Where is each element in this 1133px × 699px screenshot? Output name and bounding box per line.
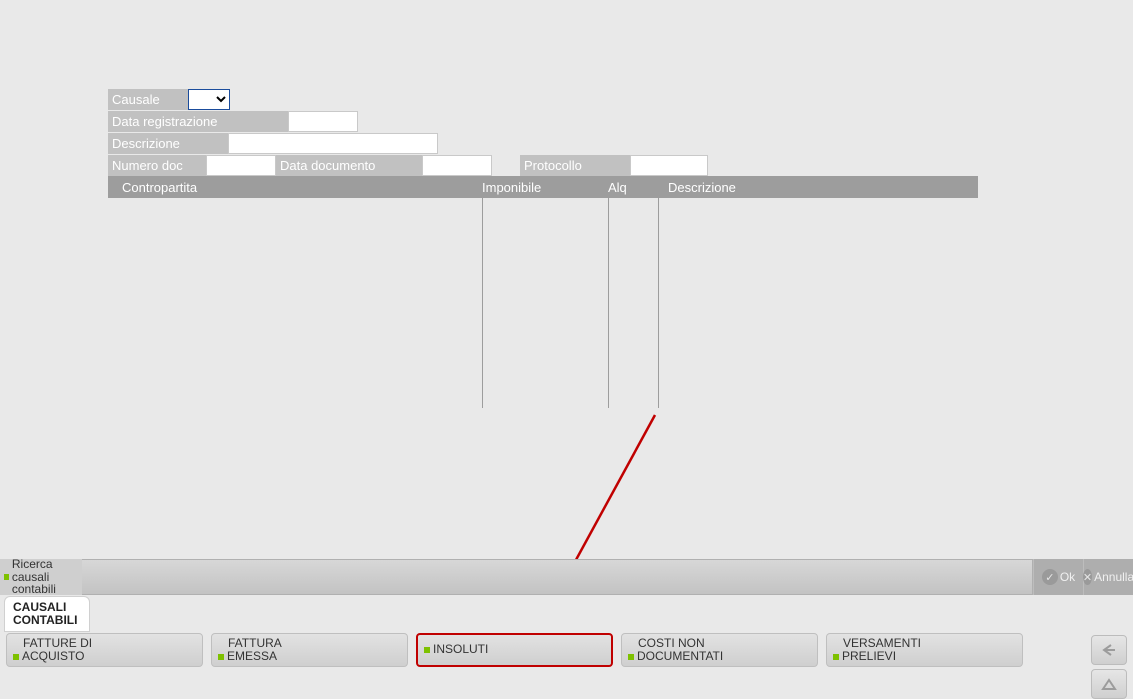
search-label-line1: Ricerca causali — [12, 557, 53, 584]
home-icon — [1101, 677, 1117, 691]
label-data-registrazione: Data registrazione — [108, 111, 288, 132]
annulla-button[interactable]: ✕ Annulla — [1083, 559, 1133, 595]
label-descrizione: Descrizione — [108, 133, 228, 154]
home-button[interactable] — [1091, 669, 1127, 699]
label-causale: Causale — [108, 89, 188, 110]
status-dot-icon — [628, 654, 634, 660]
search-row: Ricerca causali contabili ✓ Ok ✕ Annulla — [0, 559, 1133, 595]
numero-doc-input[interactable] — [206, 155, 276, 176]
bottom-panel: Ricerca causali contabili ✓ Ok ✕ Annulla… — [0, 559, 1133, 675]
grid-header: Contropartita Imponibile Alq Descrizione — [108, 176, 978, 198]
buttons-row: FATTURE DI ACQUISTO FATTURA EMESSA INSOL… — [0, 633, 1133, 675]
tab-causali-contabili[interactable]: CAUSALI CONTABILI — [4, 596, 90, 631]
btn-line2: ACQUISTO — [22, 650, 84, 663]
label-protocollo: Protocollo — [520, 155, 630, 176]
status-dot-icon — [833, 654, 839, 660]
right-small-buttons — [1091, 635, 1127, 699]
col-descrizione: Descrizione — [658, 180, 978, 195]
form-area: Causale Data registrazione Descrizione N… — [108, 88, 978, 408]
col-alq: Alq — [608, 180, 658, 195]
check-icon: ✓ — [1042, 569, 1058, 585]
btn-line2: DOCUMENTATI — [637, 650, 723, 663]
col-contropartita: Contropartita — [108, 180, 482, 195]
data-registrazione-input[interactable] — [288, 111, 358, 132]
btn-line2: INSOLUTI — [433, 643, 488, 656]
btn-fattura-emessa[interactable]: FATTURA EMESSA — [211, 633, 408, 667]
label-data-documento: Data documento — [276, 155, 422, 176]
btn-versamenti-prelievi[interactable]: VERSAMENTI PRELIEVI — [826, 633, 1023, 667]
back-arrow-icon — [1101, 643, 1117, 657]
descrizione-input[interactable] — [228, 133, 438, 154]
data-documento-input[interactable] — [422, 155, 492, 176]
btn-line2: EMESSA — [227, 650, 277, 663]
status-dot-icon — [13, 654, 19, 660]
col-imponibile: Imponibile — [482, 180, 608, 195]
protocollo-input[interactable] — [630, 155, 708, 176]
search-label: Ricerca causali contabili — [0, 559, 82, 595]
btn-insoluti[interactable]: INSOLUTI — [416, 633, 613, 667]
ok-button[interactable]: ✓ Ok — [1033, 559, 1083, 595]
cancel-icon: ✕ — [1083, 569, 1092, 585]
search-input[interactable] — [82, 559, 1033, 595]
btn-costi-non-documentati[interactable]: COSTI NON DOCUMENTATI — [621, 633, 818, 667]
causale-select[interactable] — [188, 89, 230, 110]
grid-body — [108, 198, 978, 408]
status-dot-icon — [218, 654, 224, 660]
back-button[interactable] — [1091, 635, 1127, 665]
tab-line2: CONTABILI — [13, 613, 77, 627]
status-dot-icon — [4, 574, 9, 580]
btn-fatture-acquisto[interactable]: FATTURE DI ACQUISTO — [6, 633, 203, 667]
status-dot-icon — [424, 647, 430, 653]
tab-row: CAUSALI CONTABILI — [0, 595, 1133, 633]
btn-line2: PRELIEVI — [842, 650, 896, 663]
label-numero-doc: Numero doc — [108, 155, 206, 176]
